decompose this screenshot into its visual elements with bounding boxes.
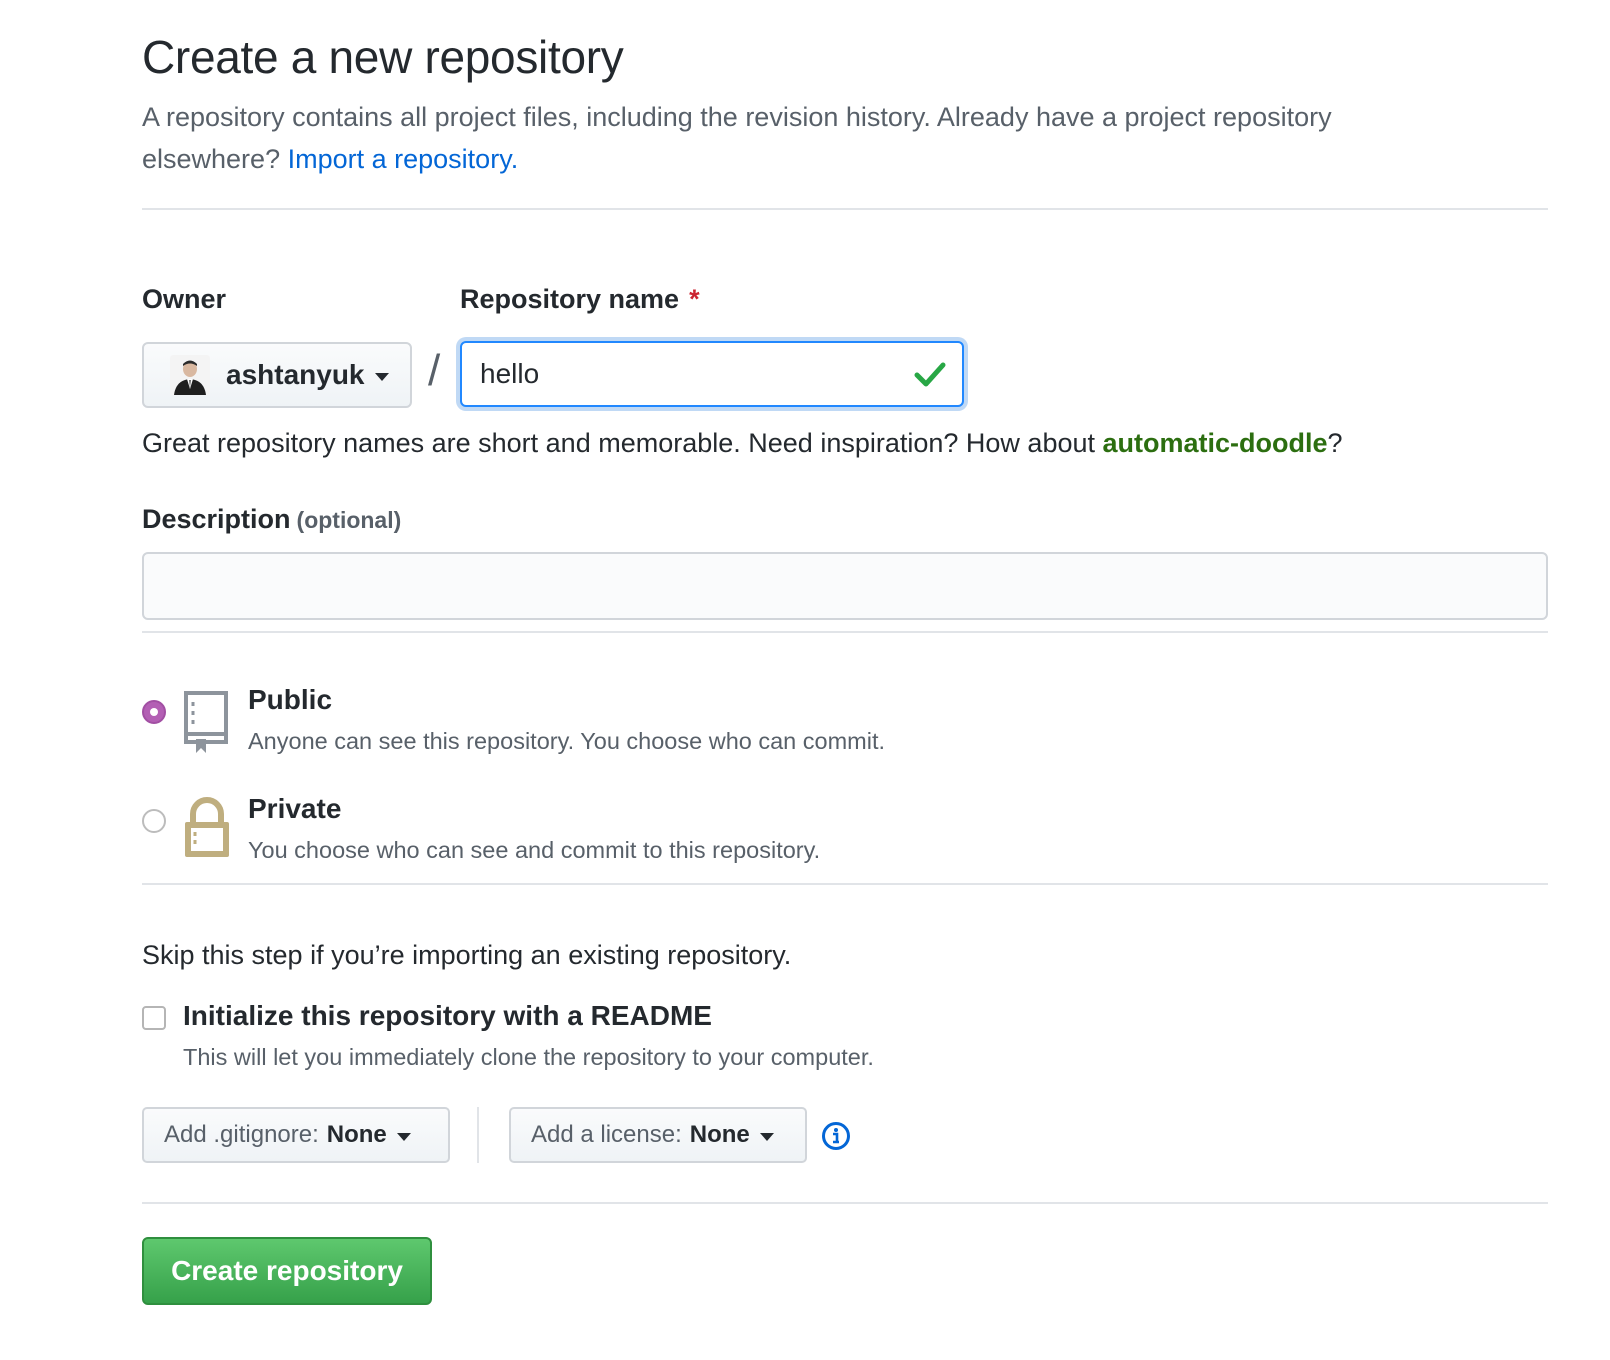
lock-icon <box>185 797 229 857</box>
license-label: Add a license: <box>531 1121 682 1148</box>
import-repository-link[interactable]: Import a repository. <box>288 144 519 174</box>
name-hint: Great repository names are short and mem… <box>142 428 1343 459</box>
repository-name-label: Repository name * <box>460 284 700 315</box>
private-description: You choose who can see and commit to thi… <box>248 837 821 863</box>
gitignore-label: Add .gitignore: <box>164 1121 319 1148</box>
description-field[interactable] <box>142 552 1548 620</box>
page-subtitle: A repository contains all project files,… <box>142 96 1462 180</box>
divider <box>142 1202 1548 1204</box>
gitignore-value: None <box>326 1121 387 1148</box>
divider <box>142 883 1548 885</box>
public-description: Anyone can see this repository. You choo… <box>248 728 886 754</box>
owner-repo-separator: / <box>428 346 441 395</box>
avatar <box>170 355 210 395</box>
private-radio[interactable] <box>142 809 166 833</box>
public-title: Public <box>248 684 333 715</box>
repo-book-icon <box>184 691 228 753</box>
repository-name-input[interactable] <box>480 358 880 390</box>
info-icon[interactable] <box>821 1121 851 1151</box>
required-asterisk: * <box>689 284 700 314</box>
license-value: None <box>689 1121 750 1148</box>
skip-step-note: Skip this step if you’re importing an ex… <box>142 940 792 970</box>
private-title: Private <box>248 793 342 824</box>
suggested-name[interactable]: automatic-doodle <box>1103 428 1328 458</box>
description-input[interactable] <box>144 554 1546 618</box>
page-title: Create a new repository <box>142 31 624 83</box>
chevron-down-icon <box>396 1132 411 1141</box>
chevron-down-icon <box>374 372 389 381</box>
create-repository-button[interactable]: Create repository <box>142 1237 432 1305</box>
owner-label: Owner <box>142 284 227 314</box>
owner-dropdown[interactable]: ashtanyuk <box>142 342 412 408</box>
vertical-divider <box>477 1107 479 1163</box>
divider <box>142 208 1548 210</box>
license-dropdown[interactable]: Add a license: None <box>509 1107 807 1163</box>
gitignore-dropdown[interactable]: Add .gitignore: None <box>142 1107 450 1163</box>
readme-description: This will let you immediately clone the … <box>183 1044 874 1070</box>
name-hint-text: Great repository names are short and mem… <box>142 428 1095 458</box>
optional-tag: (optional) <box>296 507 402 533</box>
readme-checkbox[interactable] <box>142 1006 166 1030</box>
owner-name: ashtanyuk <box>226 359 365 390</box>
repository-name-field[interactable] <box>460 341 964 407</box>
public-radio[interactable] <box>142 700 166 724</box>
divider <box>142 631 1548 633</box>
description-label: Description (optional) <box>142 504 401 535</box>
readme-title[interactable]: Initialize this repository with a README <box>183 1000 712 1032</box>
check-icon <box>914 362 946 387</box>
description-label-text: Description <box>142 504 291 534</box>
hint-end: ? <box>1327 428 1343 458</box>
chevron-down-icon <box>759 1132 774 1141</box>
repository-name-label-text: Repository name <box>460 284 680 314</box>
